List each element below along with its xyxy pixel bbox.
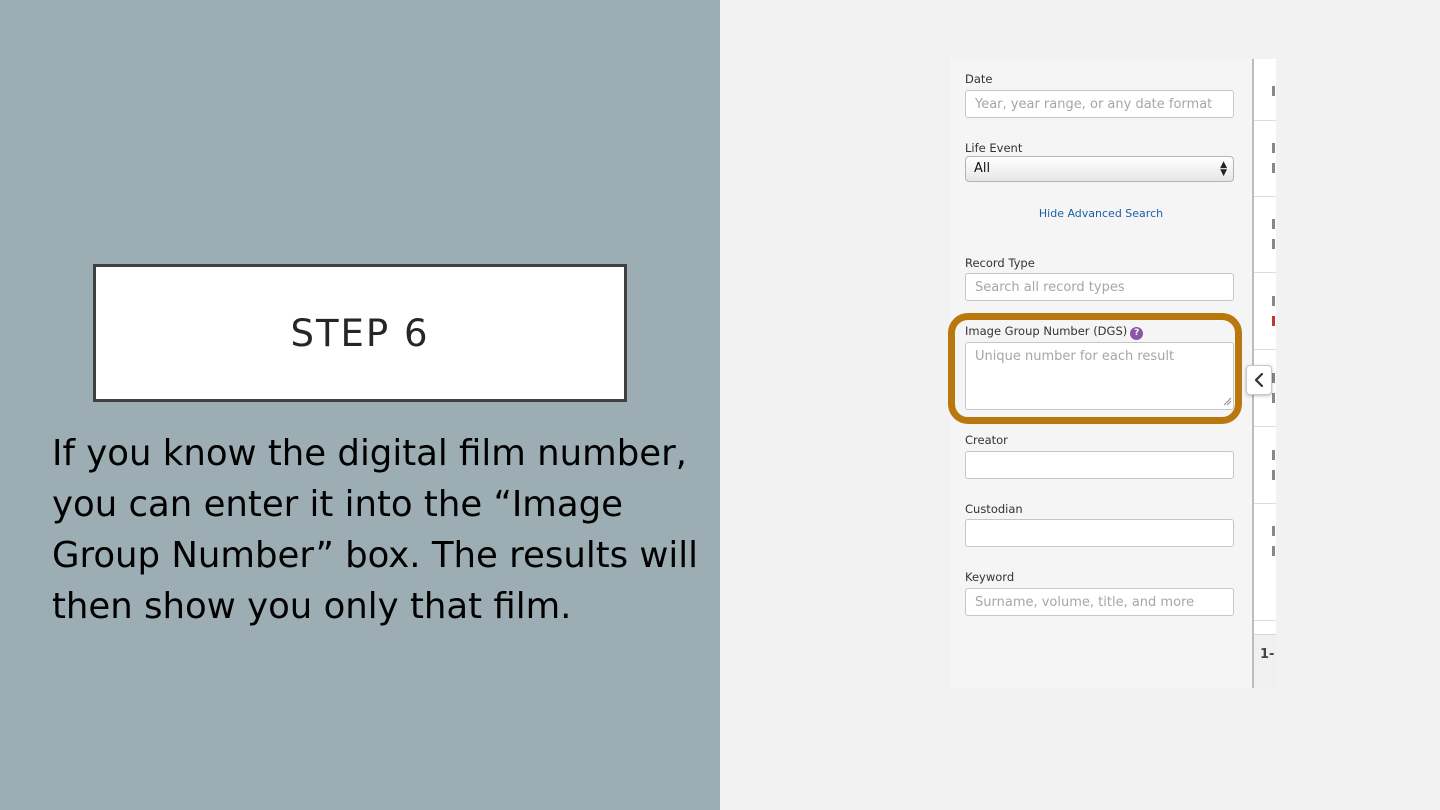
result-row[interactable]: [1254, 121, 1276, 197]
date-label: Date: [965, 72, 993, 86]
creator-input[interactable]: [965, 451, 1234, 479]
creator-label: Creator: [965, 433, 1008, 447]
slide-left-panel: [0, 0, 720, 810]
step-description: If you know the digital film number, you…: [52, 433, 699, 627]
date-input[interactable]: [965, 90, 1234, 118]
result-row[interactable]: [1254, 273, 1276, 350]
keyword-input[interactable]: [965, 588, 1234, 616]
results-pager: 1-: [1254, 634, 1276, 688]
life-event-label: Life Event: [965, 141, 1023, 155]
result-text-fragment: [1272, 143, 1275, 153]
result-row[interactable]: [1254, 59, 1276, 121]
result-text-fragment: [1272, 163, 1275, 173]
result-text-fragment: [1272, 219, 1275, 229]
record-type-label: Record Type: [965, 256, 1035, 270]
result-text-fragment: [1272, 296, 1275, 306]
result-text-fragment: [1272, 450, 1275, 460]
pager-range-text: 1-: [1260, 647, 1275, 662]
result-text-fragment: [1272, 373, 1275, 383]
life-event-value: All: [974, 161, 991, 176]
result-row[interactable]: [1254, 504, 1276, 621]
collapse-panel-button[interactable]: [1246, 365, 1272, 395]
image-group-highlight: [948, 313, 1242, 424]
keyword-label: Keyword: [965, 570, 1015, 584]
result-row[interactable]: [1254, 427, 1276, 504]
result-text-fragment: [1272, 316, 1275, 326]
result-row[interactable]: [1254, 197, 1276, 273]
result-text-fragment: [1272, 239, 1275, 249]
result-text-fragment: [1272, 470, 1275, 480]
custodian-label: Custodian: [965, 502, 1023, 516]
hide-advanced-search-link[interactable]: Hide Advanced Search: [950, 207, 1252, 220]
step-title-box: STEP 6: [93, 264, 627, 402]
result-text-fragment: [1272, 86, 1275, 96]
result-text-fragment: [1272, 546, 1275, 556]
updown-arrows-icon: ▲ ▼: [1220, 160, 1227, 178]
custodian-input[interactable]: [965, 519, 1234, 547]
life-event-select[interactable]: All ▲ ▼: [965, 156, 1234, 182]
record-type-input[interactable]: [965, 273, 1234, 301]
step-title: STEP 6: [290, 311, 430, 355]
chevron-left-icon: [1254, 372, 1264, 388]
result-text-fragment: [1272, 526, 1275, 536]
result-text-fragment: [1272, 393, 1275, 403]
